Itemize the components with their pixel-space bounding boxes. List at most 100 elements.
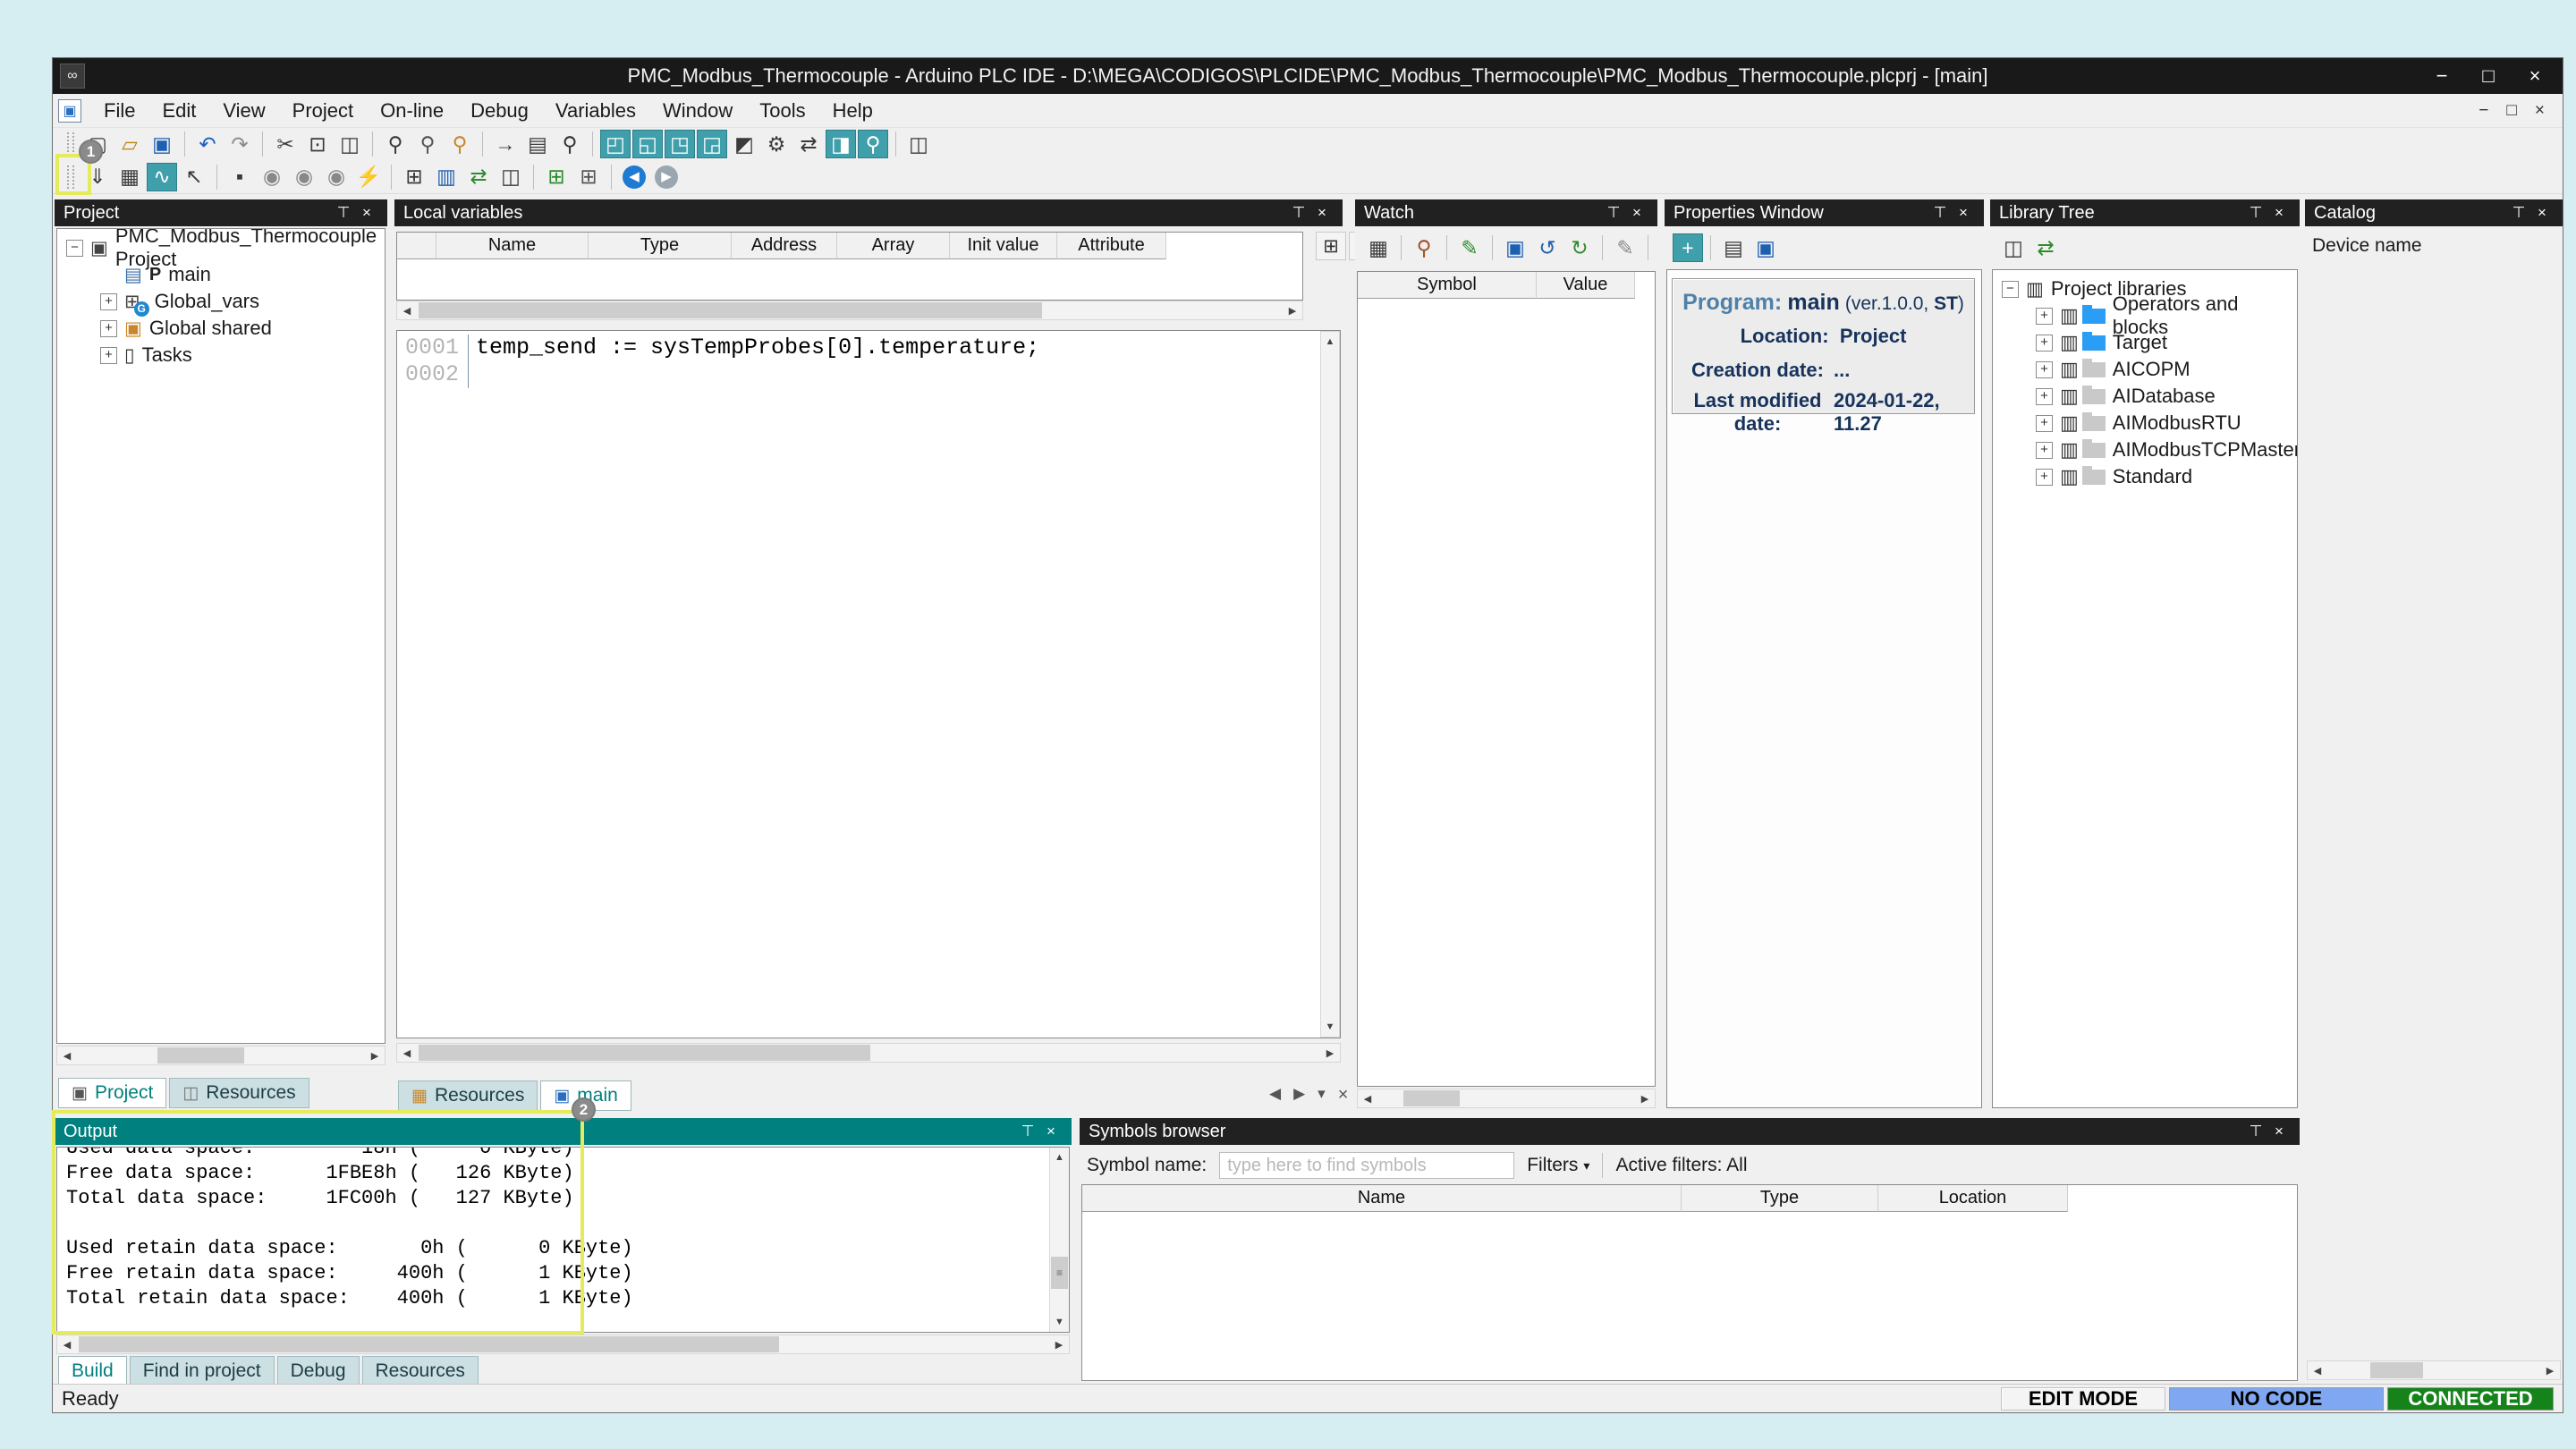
expand-icon[interactable]: + <box>2036 442 2053 459</box>
editor-hscrollbar[interactable]: ◀ ▶ <box>396 1043 1341 1063</box>
save-properties-button[interactable]: ▣ <box>1750 233 1781 262</box>
tab-output-resources[interactable]: Resources <box>362 1356 479 1386</box>
restore-icon[interactable]: □ <box>2477 64 2500 88</box>
warm-restart-button[interactable]: ◉ <box>289 163 319 191</box>
tab-find-in-project[interactable]: Find in project <box>130 1356 275 1386</box>
form-view-button[interactable]: ◫ <box>496 163 526 191</box>
menu-debug[interactable]: Debug <box>457 94 542 127</box>
close-icon[interactable]: × <box>2267 1123 2291 1140</box>
global-watch-button[interactable]: ⊞ <box>399 163 429 191</box>
close-icon[interactable]: × <box>355 204 378 222</box>
scroll-right-icon[interactable]: ▶ <box>365 1046 385 1064</box>
connect-button[interactable]: ∿ <box>147 163 177 191</box>
scroll-down-icon[interactable]: ▼ <box>1050 1312 1069 1332</box>
scroll-right-icon[interactable]: ▶ <box>1320 1044 1340 1062</box>
toggle-browse-window-button[interactable]: ⚲ <box>858 130 888 158</box>
goto-bookmark-button[interactable]: → <box>490 130 521 158</box>
library-tree-item-aimodbustcpmaster[interactable]: +▥AIModbusTCPMaster <box>1996 436 2293 463</box>
editor-vscrollbar[interactable]: ▲ ▼ <box>1320 331 1340 1038</box>
device-connection-settings-button[interactable]: ▦ <box>114 163 145 191</box>
mdi-minimize-icon[interactable]: − <box>2479 101 2488 121</box>
menu-help[interactable]: Help <box>819 94 886 127</box>
expand-icon[interactable]: + <box>100 293 117 310</box>
project-tree-item-pmc-modbus-thermocouple-project[interactable]: −▣PMC_Modbus_Thermocouple Project <box>61 234 381 261</box>
insert-column-button[interactable]: ▥ <box>431 163 462 191</box>
toggle-options-window-button[interactable]: ⚙ <box>761 130 792 158</box>
menu-project[interactable]: Project <box>279 94 367 127</box>
local-variables-body[interactable] <box>396 259 1303 301</box>
expand-icon[interactable]: + <box>2036 388 2053 405</box>
menu-on-line[interactable]: On-line <box>367 94 457 127</box>
save-watch-list-button[interactable]: ▣ <box>1500 233 1530 262</box>
pin-icon[interactable]: ⊤ <box>2507 204 2530 222</box>
symbol-search-input[interactable] <box>1219 1152 1514 1179</box>
toggle-library-window-button[interactable]: ◳ <box>665 130 695 158</box>
redo-button[interactable]: ↷ <box>225 130 255 158</box>
copy-button[interactable]: ⊡ <box>302 130 333 158</box>
collapse-icon[interactable]: − <box>2002 281 2019 298</box>
scroll-right-icon[interactable]: ▶ <box>2540 1361 2560 1379</box>
pin-icon[interactable]: ⊤ <box>1928 204 1952 222</box>
scroll-right-icon[interactable]: ▶ <box>1049 1335 1069 1353</box>
scroll-up-icon[interactable]: ▲ <box>1050 1148 1069 1167</box>
close-icon[interactable]: × <box>1952 204 1975 222</box>
watch-hscrollbar[interactable]: ◀ ▶ <box>1357 1089 1656 1108</box>
minimize-icon[interactable]: − <box>2430 64 2453 88</box>
paste-button[interactable]: ◫ <box>335 130 365 158</box>
navigate-forward-button[interactable]: ▶ <box>651 163 682 191</box>
tab-scroll-right-icon[interactable]: ▶ <box>1293 1085 1305 1106</box>
mdi-close-icon[interactable]: × <box>2535 101 2545 121</box>
print-button[interactable]: ▤ <box>522 130 553 158</box>
pin-icon[interactable]: ⊤ <box>2244 1123 2267 1140</box>
print-properties-button[interactable]: ▤ <box>1718 233 1749 262</box>
clear-watch-button[interactable]: ✎ <box>1610 233 1640 262</box>
symbols-body[interactable] <box>1081 1212 2298 1381</box>
restore-window-button[interactable]: ◫ <box>903 130 934 158</box>
local-vars-column-selector[interactable] <box>397 233 436 259</box>
expand-icon[interactable]: + <box>100 347 117 364</box>
local-vars-column-type[interactable]: Type <box>589 233 732 259</box>
toggle-symbols-window-button[interactable]: ◨ <box>826 130 856 158</box>
insert-record-button[interactable]: ⊞ <box>541 163 572 191</box>
code-line[interactable]: 0001temp_send := sysTempProbes[0].temper… <box>397 335 1340 361</box>
find-in-project-button[interactable]: ⚲ <box>445 130 475 158</box>
local-vars-column-name[interactable]: Name <box>436 233 589 259</box>
toolbar-grip[interactable] <box>67 132 74 156</box>
code-editor[interactable]: 0001temp_send := sysTempProbes[0].temper… <box>396 330 1341 1038</box>
local-vars-column-attribute[interactable]: Attribute <box>1057 233 1166 259</box>
tab-build[interactable]: Build <box>58 1356 127 1386</box>
refresh-values-button[interactable]: ⇄ <box>463 163 494 191</box>
close-icon[interactable]: × <box>2523 64 2546 88</box>
library-columns-button[interactable]: ◫ <box>1998 233 2029 262</box>
pin-icon[interactable]: ⊤ <box>1016 1123 1039 1140</box>
project-tree-item-global-vars[interactable]: +⊞GGlobal_vars <box>61 288 381 315</box>
watch-grid-button[interactable]: ▦ <box>1363 233 1394 262</box>
symbols-column-name[interactable]: Name <box>1082 1185 1682 1212</box>
library-tree-item-aimodbusrtu[interactable]: +▥AIModbusRTU <box>1996 410 2293 436</box>
add-symbol-button[interactable]: ✎ <box>1454 233 1485 262</box>
print-preview-button[interactable]: ⚲ <box>555 130 585 158</box>
close-icon[interactable]: × <box>1039 1123 1063 1140</box>
close-icon[interactable]: × <box>1310 204 1334 222</box>
toggle-watch-window-button[interactable]: ◲ <box>697 130 727 158</box>
catalog-hscrollbar[interactable]: ◀ ▶ <box>2307 1360 2561 1380</box>
output-hscrollbar[interactable]: ◀ ▶ <box>56 1335 1070 1354</box>
scroll-up-icon[interactable]: ▲ <box>1321 332 1339 352</box>
properties-mode-button[interactable]: + <box>1673 233 1703 262</box>
library-tree-item-aicopm[interactable]: +▥AICOPM <box>1996 356 2293 383</box>
project-hscrollbar[interactable]: ◀ ▶ <box>56 1046 386 1065</box>
symbols-column-type[interactable]: Type <box>1682 1185 1878 1212</box>
pin-icon[interactable]: ⊤ <box>1602 204 1625 222</box>
scroll-down-icon[interactable]: ▼ <box>1321 1017 1339 1037</box>
find-button[interactable]: ⚲ <box>380 130 411 158</box>
toggle-output-window-button[interactable]: ◩ <box>729 130 759 158</box>
pin-icon[interactable]: ⊤ <box>2244 204 2267 222</box>
hot-restart-button[interactable]: ◉ <box>321 163 352 191</box>
tab-list-icon[interactable]: ▾ <box>1318 1085 1326 1106</box>
grid-mode-button[interactable]: ⊞ <box>573 163 604 191</box>
expand-icon[interactable]: + <box>2036 415 2053 432</box>
run-plc-button[interactable]: ⚡ <box>353 163 384 191</box>
library-tree-item-operators-and-blocks[interactable]: +▥Operators and blocks <box>1996 302 2293 329</box>
menu-view[interactable]: View <box>209 94 278 127</box>
tab-editor-resources[interactable]: ▦Resources <box>398 1080 538 1111</box>
